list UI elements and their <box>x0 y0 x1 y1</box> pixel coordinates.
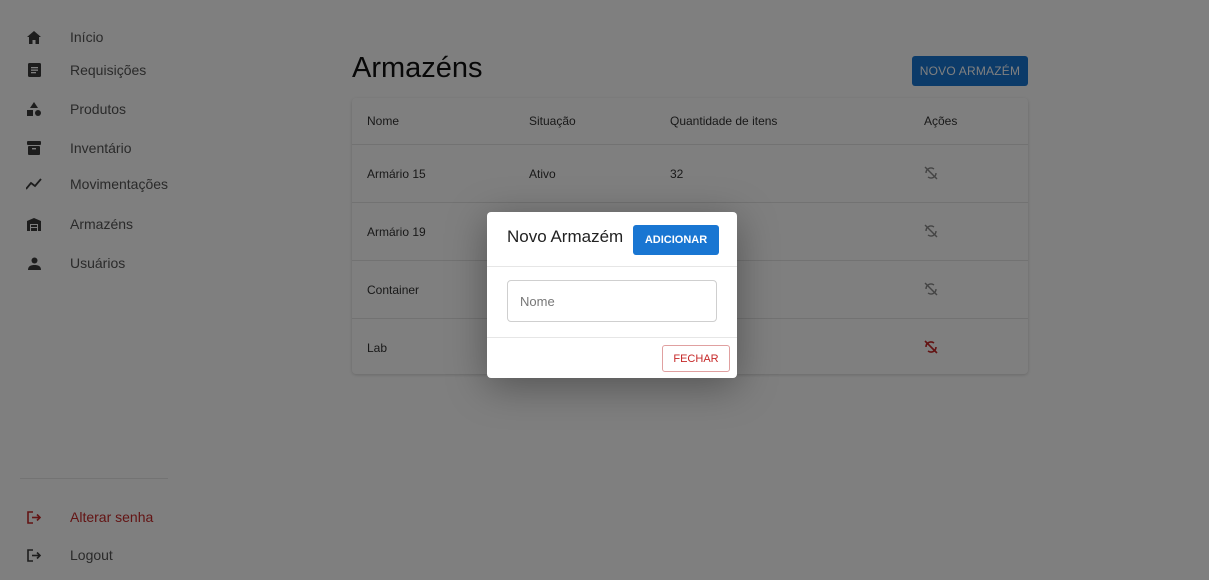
dialog-divider <box>487 337 737 338</box>
app-window: Início Requisições Produtos Inventário M… <box>0 0 1209 580</box>
dialog-title: Novo Armazém <box>507 227 624 246</box>
dialog-divider <box>487 266 737 267</box>
new-warehouse-dialog: Novo Armazém ADICIONAR FECHAR <box>487 212 737 378</box>
name-input[interactable] <box>507 280 717 322</box>
add-button[interactable]: ADICIONAR <box>633 225 719 255</box>
close-button[interactable]: FECHAR <box>662 345 730 372</box>
